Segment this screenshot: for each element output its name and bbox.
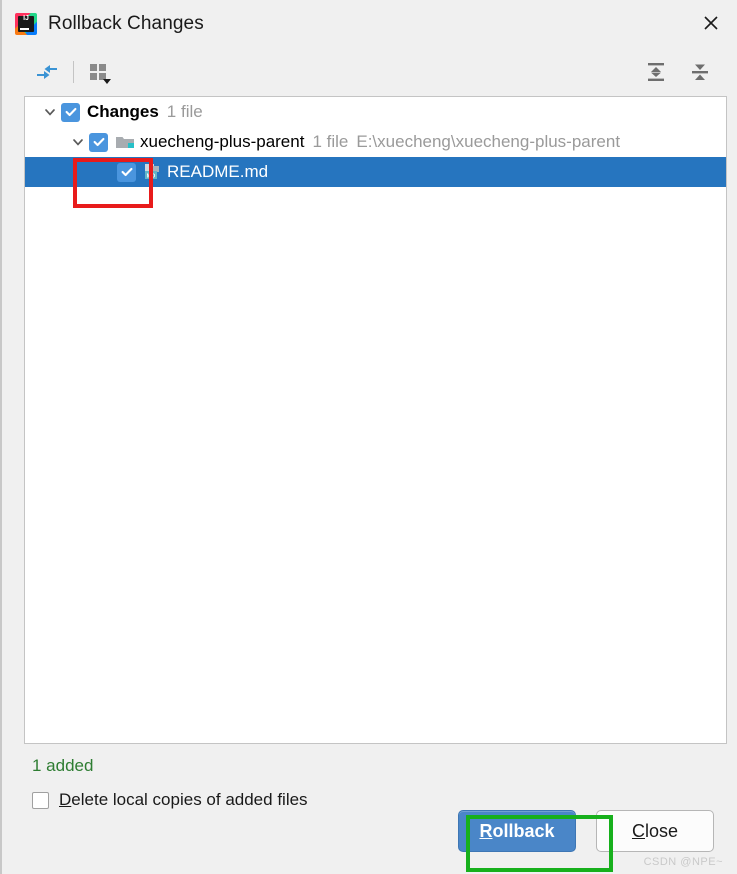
tree-row-path: E:\xuecheng\xuecheng-plus-parent [356,132,621,151]
status-text: 1 added [32,756,94,775]
watermark: CSDN @NPE~ [643,856,723,868]
close-button[interactable]: Close [596,810,714,852]
dialog-toolbar [2,48,737,96]
checkbox-changes[interactable] [61,102,80,122]
tree-row-count: 1 file [166,102,203,121]
mnemonic-letter: R [479,820,493,841]
rollback-changes-dialog: IJ Rollback Changes Changes 1 file xuech… [0,0,737,874]
delete-local-copies-label: Delete local copies of added files [59,790,308,810]
rollback-button[interactable]: Rollback [458,810,576,852]
group-by-icon[interactable] [85,57,115,87]
tree-row-label: README.md [167,162,269,181]
delete-local-copies-checkbox[interactable] [32,791,49,809]
svg-text:MD: MD [147,174,156,180]
tree-row-count: 1 file [312,132,349,151]
mnemonic-letter: D [59,790,72,809]
changes-tree[interactable]: Changes 1 file xuecheng-plus-parent 1 fi… [24,96,727,744]
tree-row-readme-md[interactable]: MD README.md [25,157,726,187]
checkbox-xuecheng-plus-parent[interactable] [89,132,108,152]
dialog-buttons: Rollback Close [2,810,737,874]
label-rest: elete local copies of added files [71,790,308,809]
revert-selected-icon[interactable] [32,57,62,87]
button-label-rest: lose [644,820,679,841]
tree-row-changes[interactable]: Changes 1 file [25,97,726,127]
title-bar: IJ Rollback Changes [2,0,737,48]
checkbox-readme-md[interactable] [117,162,136,182]
tree-row-label: xuecheng-plus-parent [140,132,305,151]
folder-icon [115,134,135,150]
button-label-rest: ollback [492,820,555,841]
markdown-file-icon: MD [143,163,161,181]
toolbar-separator [73,61,74,83]
expand-all-icon[interactable] [641,57,671,87]
intellij-idea-icon: IJ [15,13,37,35]
window-title: Rollback Changes [48,13,204,34]
tree-row-xuecheng-plus-parent[interactable]: xuecheng-plus-parent 1 file E:\xuecheng\… [25,127,726,157]
delete-local-copies-row[interactable]: Delete local copies of added files [2,776,737,810]
chevron-down-icon[interactable] [39,97,61,127]
close-icon[interactable] [685,0,737,46]
mnemonic-letter: C [631,820,645,841]
chevron-down-icon[interactable] [67,127,89,157]
collapse-all-icon[interactable] [685,57,715,87]
tree-row-label: Changes [87,102,159,121]
